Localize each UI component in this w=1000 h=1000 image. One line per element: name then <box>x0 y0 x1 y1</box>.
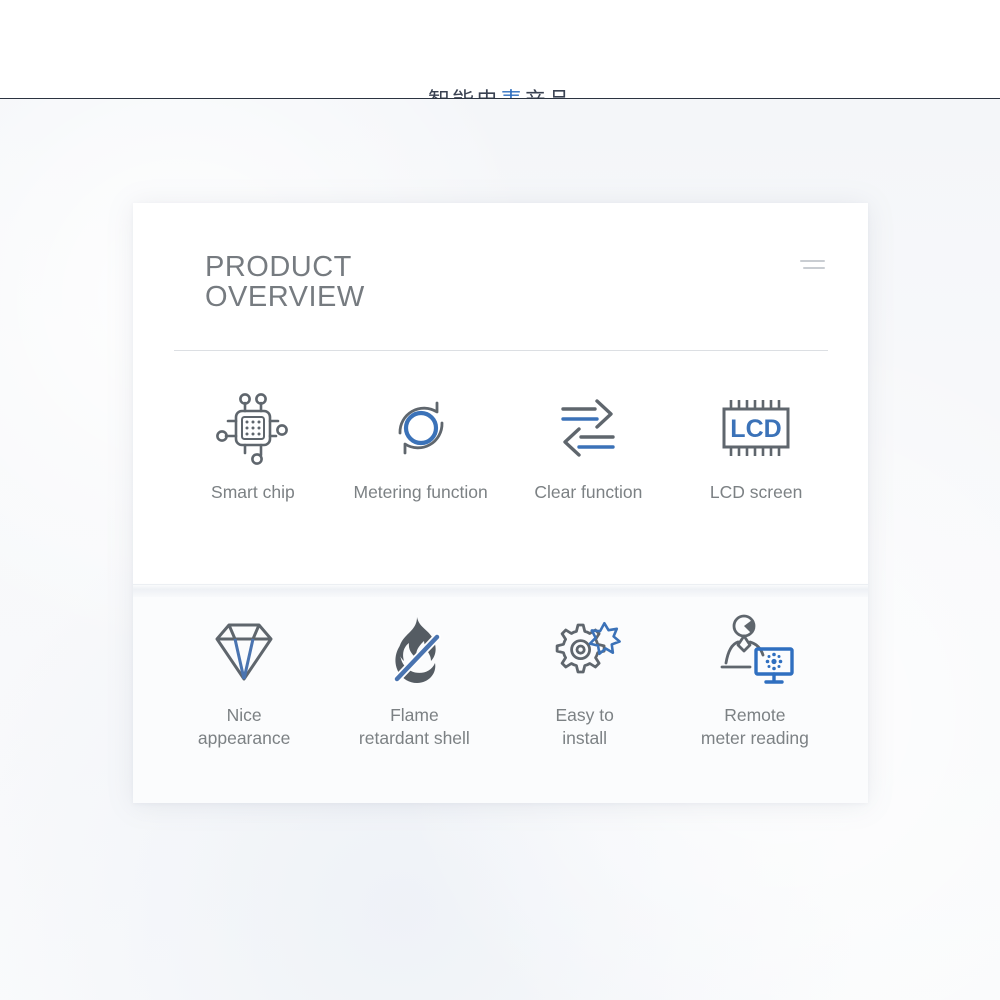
menu-icon[interactable] <box>800 260 825 272</box>
gears-icon <box>542 608 628 694</box>
lcd-screen-icon-text: LCD <box>730 415 781 443</box>
feature-label: Easy to install <box>555 705 614 749</box>
top-cropped-banner: 智能电表产品 <box>0 0 1000 99</box>
remote-meter-reading-icon <box>710 608 800 694</box>
menu-icon-bar-top <box>800 260 825 262</box>
feature-smart-chip[interactable]: Smart chip <box>169 385 337 504</box>
feature-clear-function[interactable]: Clear function <box>505 385 673 504</box>
metering-function-icon <box>380 385 462 471</box>
flame-retardant-icon <box>371 608 457 694</box>
feature-label: Flame retardant shell <box>358 705 470 749</box>
product-overview-card: PRODUCT OVERVIEW Smart chip Metering fun… <box>133 203 868 803</box>
feature-metering-function[interactable]: Metering function <box>337 385 505 504</box>
feature-label: LCD screen <box>709 482 803 502</box>
feature-remote-meter-reading[interactable]: Remote meter reading <box>670 608 840 750</box>
page-title-line-2: OVERVIEW <box>205 280 365 313</box>
card-header: PRODUCT OVERVIEW <box>133 203 868 353</box>
lcd-screen-icon: LCD <box>710 385 802 471</box>
feature-row-1: Smart chip Metering function Clear funct… <box>133 385 868 580</box>
row-separator-band <box>133 583 868 597</box>
feature-flame-retardant-shell[interactable]: Flame retardant shell <box>329 608 499 750</box>
diamond-icon <box>201 608 287 694</box>
feature-nice-appearance[interactable]: Nice appearance <box>159 608 329 750</box>
feature-easy-to-install[interactable]: Easy to install <box>500 608 670 750</box>
feature-label: Clear function <box>534 482 643 502</box>
row-separator-line <box>133 584 868 585</box>
feature-label: Metering function <box>353 482 488 502</box>
feature-row-2: Nice appearance Flame retardant shell Ea… <box>133 608 868 793</box>
feature-label: Smart chip <box>211 482 295 502</box>
smart-chip-icon <box>212 385 294 471</box>
header-divider <box>174 350 828 351</box>
clear-function-icon <box>547 385 629 471</box>
page-title: PRODUCT OVERVIEW <box>205 251 812 313</box>
feature-lcd-screen[interactable]: LCD LCD screen <box>672 385 840 504</box>
menu-icon-bar-bottom <box>803 267 825 269</box>
feature-label: Remote meter reading <box>700 705 809 749</box>
page-title-line-1: PRODUCT <box>205 251 352 283</box>
feature-label: Nice appearance <box>197 705 291 749</box>
